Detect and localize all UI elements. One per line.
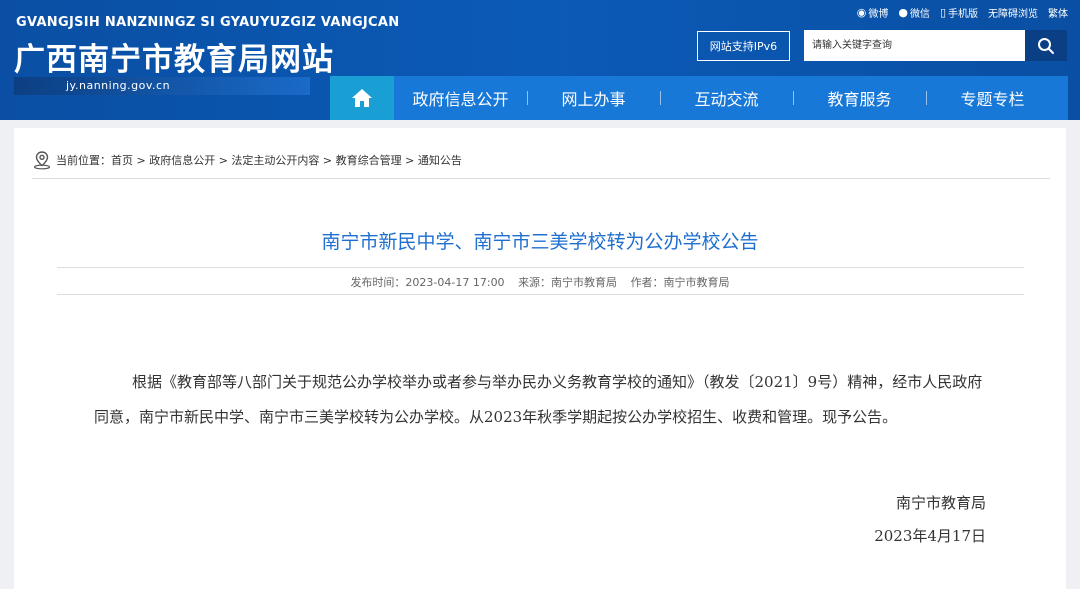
mobile-link[interactable]: ▯ 手机版 [940,5,978,20]
wechat-link[interactable]: ● 微信 [898,5,930,20]
mobile-icon: ▯ [939,6,946,19]
home-icon [352,89,372,107]
site-title[interactable]: 广西南宁市教育局网站 [14,34,334,79]
meta-divider-bottom [57,294,1024,295]
accessibility-link[interactable]: 无障碍浏览 [988,5,1038,20]
top-links: ◉ 微博 ● 微信 ▯ 手机版 无障碍浏览 繁体 [857,5,1068,20]
accessibility-label: 无障碍浏览 [988,9,1038,20]
article-title: 南宁市新民中学、南宁市三美学校转为公办学校公告 [321,231,759,253]
wechat-label: 微信 [909,9,930,20]
breadcrumb-text[interactable]: 当前位置：首页 > 政府信息公开 > 法定主动公开内容 > 教育综合管理 > 通… [56,152,462,168]
location-icon [33,151,51,170]
nav-home[interactable] [330,76,394,120]
nav-item-education-service[interactable]: 教育服务 [793,76,926,120]
article-source: 来源：南宁市教育局 [518,276,618,289]
signature-org: 南宁市教育局 [895,494,986,512]
nav-item-online-service[interactable]: 网上办事 [527,76,660,120]
search-button[interactable] [1025,30,1067,61]
content-panel: 当前位置：首页 > 政府信息公开 > 法定主动公开内容 > 教育综合管理 > 通… [14,128,1066,589]
ipv6-badge[interactable]: 网站支持IPv6 [697,31,790,61]
publish-time: 发布时间：2023-04-17 17:00 [350,276,505,289]
article-author: 作者：南宁市教育局 [630,276,730,289]
nav-item-interaction[interactable]: 互动交流 [660,76,793,120]
breadcrumb-divider [32,178,1050,179]
weibo-label: 微博 [868,9,889,20]
mobile-label: 手机版 [948,9,978,20]
traditional-chinese-label: 繁体 [1048,9,1068,20]
breadcrumb: 当前位置：首页 > 政府信息公开 > 法定主动公开内容 > 教育综合管理 > 通… [32,150,462,170]
site-header: GVANGJSIH NANZNINGZ SI GYAUYUZGIZ VANGJC… [0,0,1080,120]
weibo-link[interactable]: ◉ 微博 [857,5,889,20]
nav-item-topics[interactable]: 专题专栏 [926,76,1059,120]
main-nav: 政府信息公开 网上办事 互动交流 教育服务 专题专栏 [330,76,1068,120]
traditional-chinese-link[interactable]: 繁体 [1048,5,1068,20]
site-url: jy.nanning.gov.cn [66,79,171,92]
article-meta: 发布时间：2023-04-17 17:00 来源：南宁市教育局 作者：南宁市教育… [14,274,1066,290]
article-body: 根据《教育部等八部门关于规范公办学校举办或者参与举办民办义务教育学校的通知》（教… [94,373,983,426]
signature-date: 2023年4月17日 [874,527,986,545]
search-input[interactable] [804,30,1025,61]
search-icon [1038,37,1054,54]
nav-item-gov-info[interactable]: 政府信息公开 [394,76,527,120]
wechat-icon: ● [898,6,908,19]
weibo-icon: ◉ [856,6,867,19]
site-name-pinyin: GVANGJSIH NANZNINGZ SI GYAUYUZGIZ VANGJC… [16,15,400,30]
meta-divider-top [57,267,1024,268]
